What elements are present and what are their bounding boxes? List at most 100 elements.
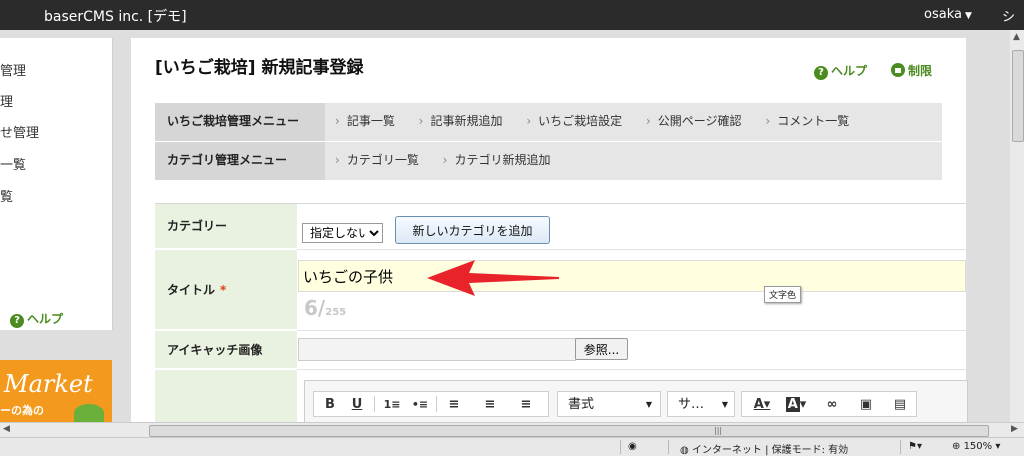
zoom-level: 150% [963, 441, 993, 452]
market-banner[interactable]: Market ーの為の [0, 360, 112, 422]
font-size-select[interactable]: サ… ▼ [667, 391, 735, 417]
banner-title: Market [4, 370, 93, 398]
user-menu[interactable]: osaka ▼ [924, 7, 972, 22]
toolbar-separator [374, 396, 375, 412]
body-label [155, 370, 297, 423]
char-counter: 6/255 [304, 296, 346, 320]
main-content: [いちご栽培] 新規記事登録 ?ヘルプ 制限 いちご栽培管理メニュー 記事一覧 … [131, 38, 968, 426]
toolbar-cut-text: シ [1002, 10, 1016, 25]
site-name-link[interactable]: baserCMS inc. [デモ] [44, 6, 187, 26]
scroll-left-icon[interactable]: ◀ [3, 424, 10, 434]
template-icon[interactable]: ▤ [888, 392, 912, 416]
lock-icon [891, 63, 905, 77]
title-label-text: タイトル [167, 283, 216, 297]
status-divider [668, 440, 669, 454]
scroll-up-icon[interactable]: ▲ [1013, 32, 1020, 42]
sidebar-item-2[interactable]: 理 [0, 91, 13, 110]
caret-down-icon: ▼ [721, 400, 728, 409]
scroll-right-icon[interactable]: ▶ [1011, 424, 1018, 434]
sidebar-item-3[interactable]: せ管理 [0, 122, 39, 141]
sidebar-help-label: ヘルプ [27, 312, 64, 326]
counter-current: 6/ [304, 296, 326, 320]
red-arrow-annotation [427, 260, 559, 296]
caret-down-icon: ▾ [992, 441, 1001, 452]
format-button-group: B U 1≡ •≡ ≡ ≡ ≡ [313, 391, 549, 417]
sidebar-item-4[interactable]: 一覧 [0, 154, 26, 173]
sidebar: 管理 理 せ管理 一覧 覧 ? ヘルプ [0, 38, 113, 330]
content-menus: いちご栽培管理メニュー 記事一覧 記事新規追加 いちご栽培設定 公開ページ確認 … [155, 103, 942, 180]
title-label: タイトル * [155, 250, 297, 330]
bold-icon[interactable]: B [318, 392, 342, 416]
format-select-label: 書式 [568, 397, 595, 412]
browse-button[interactable]: 参照... [575, 338, 628, 360]
row-divider [297, 369, 966, 370]
zone-status[interactable]: ◍ インターネット | 保護モード: 有効 [680, 441, 848, 456]
admin-toolbar: baserCMS inc. [デモ] osaka ▼ シ [0, 0, 1024, 30]
menu-link-settings[interactable]: いちご栽培設定 [526, 114, 622, 128]
menu-link-post-list[interactable]: 記事一覧 [335, 114, 395, 128]
zoom-control[interactable]: ⊕ 150% ▾ [952, 441, 1000, 452]
caret-down-icon: ▼ [964, 11, 972, 21]
help-icon: ? [10, 314, 24, 328]
add-category-button[interactable]: 新しいカテゴリを追加 [395, 216, 550, 244]
link-icon[interactable]: ∞ [820, 392, 844, 416]
page-title: [いちご栽培] 新規記事登録 [155, 58, 364, 78]
restrict-link-label: 制限 [908, 64, 933, 78]
bg-color-icon[interactable]: A ▾ [782, 392, 810, 416]
banner-subtext: ーの為の [0, 404, 44, 417]
required-mark: * [220, 283, 227, 297]
zoom-icon: ⊕ [952, 441, 964, 452]
text-color-icon[interactable]: A▾ [748, 392, 776, 416]
toolbar-separator [436, 396, 437, 412]
browser-status-bar: ◉ ◍ インターネット | 保護モード: 有効 ⚑▾ ⊕ 150% ▾ [0, 437, 1024, 456]
ordered-list-icon[interactable]: 1≡ [380, 392, 404, 416]
sidebar-item-5[interactable]: 覧 [0, 186, 13, 205]
status-divider [900, 440, 901, 454]
title-input[interactable] [298, 260, 966, 292]
menu-title: カテゴリ管理メニュー [155, 142, 325, 180]
grip-icon: ||| [714, 426, 723, 435]
text-color-tooltip: 文字色 [764, 286, 802, 303]
menu-link-comments[interactable]: コメント一覧 [765, 114, 849, 128]
vertical-scroll-thumb[interactable] [1012, 50, 1024, 142]
format-select[interactable]: 書式 ▼ [557, 391, 661, 417]
align-left-icon[interactable]: ≡ [442, 392, 466, 416]
restrict-link[interactable]: 制限 [891, 62, 932, 79]
help-link-label: ヘルプ [831, 64, 868, 78]
sidebar-item-1[interactable]: 管理 [0, 60, 26, 79]
font-size-select-label: サ… [678, 397, 705, 412]
align-right-icon[interactable]: ≡ [514, 392, 538, 416]
horizontal-scroll-thumb[interactable]: ||| [149, 425, 989, 437]
menu-link-post-add[interactable]: 記事新規追加 [419, 114, 503, 128]
vertical-scrollbar[interactable]: ▲ [1010, 30, 1024, 422]
sidebar-help-link[interactable]: ? ヘルプ [10, 310, 63, 328]
image-icon[interactable]: ▣ [854, 392, 878, 416]
eyecatch-label: アイキャッチ画像 [155, 331, 297, 369]
category-menu-row: カテゴリ管理メニュー カテゴリ一覧 カテゴリ新規追加 [155, 142, 942, 180]
insert-button-group: A▾ A ▾ ∞ ▣ ▤ [741, 391, 917, 417]
help-link[interactable]: ? ヘルプ [814, 62, 867, 80]
horizontal-scrollbar[interactable]: ◀ ||| ▶ [0, 422, 1024, 438]
menu-link-category-list[interactable]: カテゴリ一覧 [335, 153, 419, 167]
privacy-icon[interactable]: ◉ [628, 441, 637, 452]
bullet-list-icon[interactable]: •≡ [408, 392, 432, 416]
status-divider [620, 440, 621, 454]
rich-text-editor-toolbar: B U 1≡ •≡ ≡ ≡ ≡ 書式 ▼ サ… ▼ A▾ A ▾ ∞ ▣ ▤ [304, 380, 968, 426]
help-icon: ? [814, 66, 828, 80]
underline-icon[interactable]: U [345, 392, 369, 416]
row-divider [297, 249, 966, 250]
protected-mode-icon[interactable]: ⚑▾ [908, 441, 922, 452]
counter-max: 255 [325, 307, 347, 318]
eyecatch-file-input[interactable] [298, 338, 576, 361]
row-divider [297, 330, 966, 331]
align-center-icon[interactable]: ≡ [478, 392, 502, 416]
blog-menu-row: いちご栽培管理メニュー 記事一覧 記事新規追加 いちご栽培設定 公開ページ確認 … [155, 103, 942, 142]
zone-status-text: インターネット | 保護モード: 有効 [691, 445, 849, 456]
post-form: カテゴリー 指定しない 新しいカテゴリを追加 タイトル * 文字色 6/255 ア… [155, 203, 968, 426]
caret-down-icon: ▼ [645, 400, 652, 409]
menu-link-public-page[interactable]: 公開ページ確認 [646, 114, 742, 128]
menu-link-category-add[interactable]: カテゴリ新規追加 [443, 153, 551, 167]
leaf-icon [74, 404, 104, 422]
category-select[interactable]: 指定しない [302, 223, 383, 243]
menu-title: いちご栽培管理メニュー [155, 103, 325, 141]
